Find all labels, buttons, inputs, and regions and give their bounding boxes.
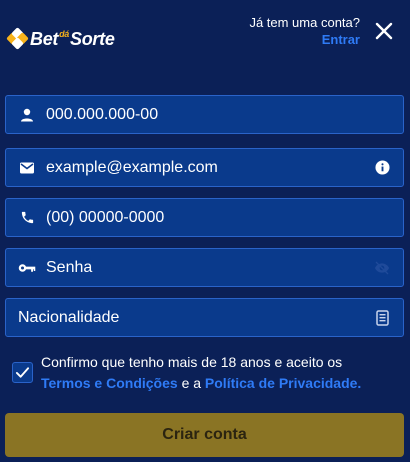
phone-input-value: (00) 00000-0000 xyxy=(46,208,165,226)
key-icon xyxy=(18,259,36,277)
email-field[interactable]: example@example.com xyxy=(5,148,404,187)
phone-icon xyxy=(18,209,36,227)
eye-off-icon[interactable] xyxy=(374,260,390,276)
close-icon xyxy=(375,22,393,40)
document-icon[interactable] xyxy=(374,309,390,326)
terms-link[interactable]: Termos e Condições xyxy=(41,375,178,391)
logo-text: BetdáSorte xyxy=(30,28,115,49)
close-button[interactable] xyxy=(372,19,396,43)
consent-checkbox[interactable] xyxy=(12,362,33,383)
logo-mark-icon xyxy=(6,27,29,50)
consent-conjunction: e a xyxy=(181,375,202,391)
cpf-field[interactable]: 000.000.000-00 xyxy=(5,95,404,134)
password-input-value: Senha xyxy=(46,258,93,276)
consent-text-before: Confirmo que tenho mais de 18 anos e ace… xyxy=(41,354,343,370)
email-input-value: example@example.com xyxy=(46,158,218,176)
cpf-input-value: 000.000.000-00 xyxy=(46,105,159,123)
phone-field[interactable]: (00) 00000-0000 xyxy=(5,198,404,237)
betdasorte-logo[interactable]: BetdáSorte xyxy=(6,27,115,50)
checkmark-icon xyxy=(15,367,30,378)
account-question: Já tem uma conta? xyxy=(249,15,360,30)
info-icon[interactable] xyxy=(374,160,390,176)
age-terms-consent: Confirmo que tenho mais de 18 anos e ace… xyxy=(12,352,402,396)
person-icon xyxy=(18,106,36,124)
login-link[interactable]: Entrar xyxy=(322,32,360,47)
header: BetdáSorte Já tem uma conta? Entrar xyxy=(0,0,410,80)
nationality-field[interactable]: Nacionalidade xyxy=(5,298,404,337)
consent-text: Confirmo que tenho mais de 18 anos e ace… xyxy=(41,352,403,394)
nationality-input-value: Nacionalidade xyxy=(18,308,120,326)
mail-icon xyxy=(18,159,36,177)
create-account-button[interactable]: Criar conta xyxy=(5,413,404,457)
password-field[interactable]: Senha xyxy=(5,248,404,287)
privacy-link[interactable]: Política de Privacidade. xyxy=(205,375,361,391)
